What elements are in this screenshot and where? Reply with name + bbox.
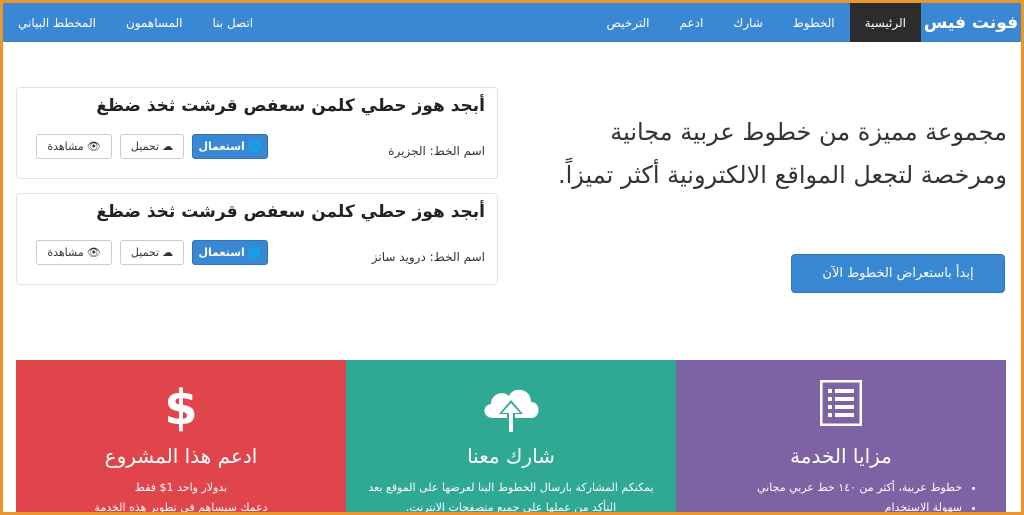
font-name-line: اسم الخط: الجزيرة (388, 144, 485, 158)
use-button-label: استعمال (198, 246, 245, 259)
download-button-label: تحميل (130, 246, 160, 259)
download-button-label: تحميل (130, 140, 160, 153)
share-panel: شارك معنا يمكنكم المشاركة بارسال الخطوط … (346, 360, 676, 512)
hero-text: مجموعة مميزة من خطوط عربية مجانية ومرخصة… (557, 118, 1007, 189)
nav-item-contributors[interactable]: المساهمون (111, 3, 198, 42)
support-title: ادعم هذا المشروع (104, 444, 258, 468)
share-title: شارك معنا (467, 444, 555, 468)
page: فونت فيس الرئيسية الخطوط شارك ادعم الترخ… (3, 3, 1021, 512)
nav-item-contact[interactable]: اتصل بنا (198, 3, 269, 42)
brand-logo[interactable]: فونت فيس (921, 3, 1021, 42)
view-button-label: مشاهدة (47, 140, 84, 153)
view-button-label: مشاهدة (47, 246, 84, 259)
nav-item-share[interactable]: شارك (718, 3, 777, 42)
dollar-icon: $ (16, 380, 346, 435)
use-button[interactable]: 🌐 استعمال (192, 240, 268, 265)
view-button[interactable]: 👁 مشاهدة (36, 240, 112, 265)
use-button-label: استعمال (198, 140, 245, 153)
list-document-icon (676, 380, 1006, 435)
browse-fonts-button[interactable]: إبدأ باستعراض الخطوط الآن (791, 254, 1005, 293)
font-sample: أبجد هوز حطي كلمن سعفص قرشت ثخذ ضظغ (96, 202, 485, 222)
cloud-download-icon: ☁ (162, 140, 174, 153)
eye-icon: 👁 (86, 140, 101, 153)
font-card: أبجد هوز حطي كلمن سعفص قرشت ثخذ ضظغ اسم … (16, 193, 498, 285)
font-sample: أبجد هوز حطي كلمن سعفص قرشت ثخذ ضظغ (96, 96, 485, 116)
nav-item-fonts[interactable]: الخطوط (778, 3, 850, 42)
features-title: مزايا الخدمة (790, 444, 892, 468)
download-button[interactable]: ☁ تحميل (120, 240, 184, 265)
nav-secondary: اتصل بنا المساهمون المخطط البياني (3, 3, 268, 42)
nav-item-license[interactable]: الترخيص (592, 3, 665, 42)
font-name-line: اسم الخط: درويد سانز (372, 250, 485, 264)
support-line-1: بدولار واحد 1$ فقط (134, 481, 228, 494)
navbar: فونت فيس الرئيسية الخطوط شارك ادعم الترخ… (3, 3, 1021, 42)
share-body: يمكنكم المشاركة بارسال الخطوط الينا لعرض… (368, 481, 654, 512)
svg-text:$: $ (164, 380, 197, 432)
font-name-label: اسم الخط: (429, 250, 485, 264)
nav-item-home[interactable]: الرئيسية (849, 3, 921, 42)
font-name: الجزيرة (388, 144, 426, 158)
support-body: بدولار واحد 1$ فقط دعمك سيساهم في تطوير … (26, 478, 336, 512)
features-list: خطوط عربية، أكثر من ١٤٠ خط عربي مجاني سه… (757, 478, 976, 512)
globe-icon: 🌐 (247, 140, 262, 153)
list-item: خطوط عربية، أكثر من ١٤٠ خط عربي مجاني (757, 478, 962, 498)
nav-item-chart[interactable]: المخطط البياني (3, 3, 111, 42)
nav-item-support[interactable]: ادعم (665, 3, 719, 42)
font-name-label: اسم الخط: (429, 144, 485, 158)
font-name: درويد سانز (371, 250, 426, 264)
support-line-2: دعمك سيساهم في تطوير هذه الخدمة (94, 501, 268, 512)
features-panel: مزايا الخدمة خطوط عربية، أكثر من ١٤٠ خط … (676, 360, 1006, 512)
view-button[interactable]: 👁 مشاهدة (36, 134, 112, 159)
eye-icon: 👁 (86, 246, 101, 259)
cloud-upload-icon (346, 380, 676, 435)
use-button[interactable]: 🌐 استعمال (192, 134, 268, 159)
download-button[interactable]: ☁ تحميل (120, 134, 184, 159)
list-item: سهولة الاستخدام (757, 498, 962, 512)
globe-icon: 🌐 (247, 246, 262, 259)
support-panel: $ ادعم هذا المشروع بدولار واحد 1$ فقط دع… (16, 360, 346, 512)
cloud-download-icon: ☁ (162, 246, 174, 259)
font-card: أبجد هوز حطي كلمن سعفص قرشت ثخذ ضظغ اسم … (16, 87, 498, 179)
